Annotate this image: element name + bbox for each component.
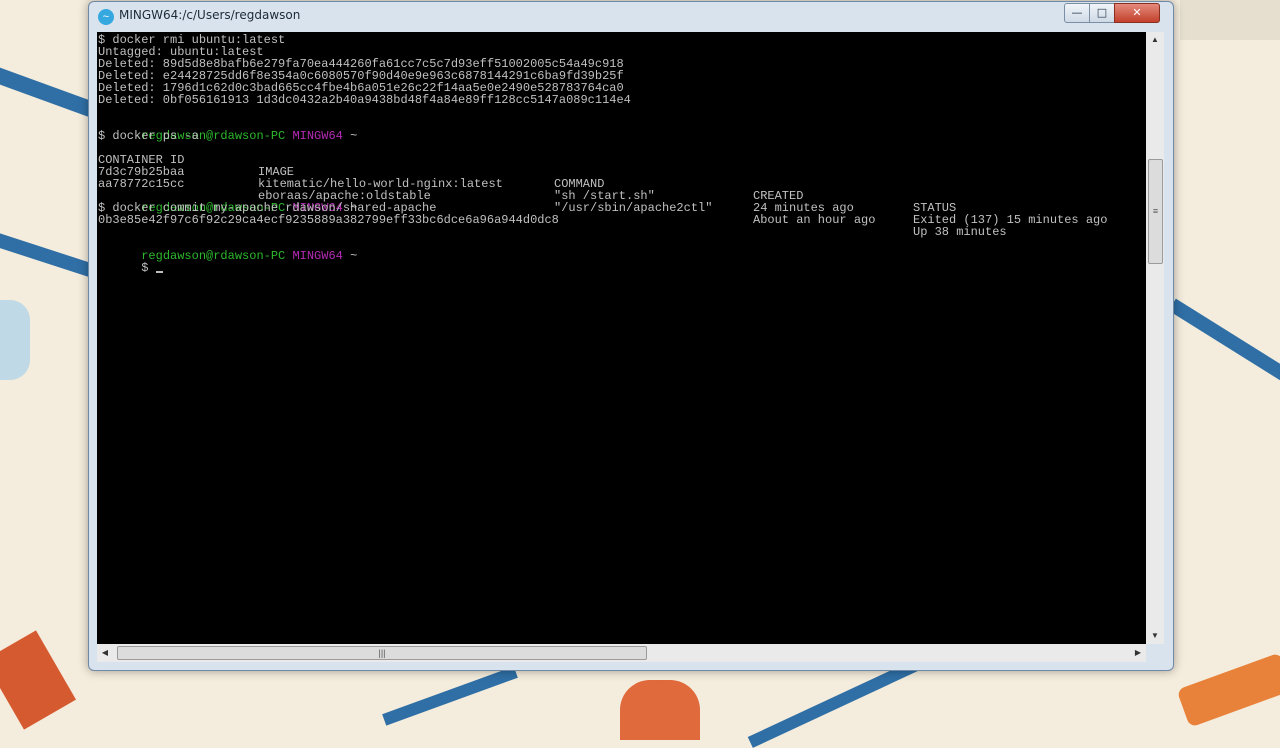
prompt-user: regdawson@rdawson-PC bbox=[141, 249, 286, 263]
table-cell: "/usr/sbin/apache2ctl" bbox=[554, 201, 713, 215]
background-shape bbox=[1176, 652, 1280, 728]
scroll-up-icon[interactable]: ▲ bbox=[1146, 32, 1164, 48]
background-shape bbox=[620, 680, 700, 740]
close-button[interactable]: ✕ bbox=[1114, 3, 1160, 23]
scroll-left-icon[interactable]: ◀ bbox=[97, 644, 113, 662]
scroll-right-icon[interactable]: ▶ bbox=[1130, 644, 1146, 662]
input-line[interactable]: $ bbox=[98, 250, 163, 274]
minimize-button[interactable]: — bbox=[1064, 3, 1090, 23]
prompt-env: MINGW64 bbox=[292, 249, 343, 263]
table-row: 7d3c79b25baa kitematic/hello-world-nginx… bbox=[98, 154, 1138, 226]
vertical-scroll-thumb[interactable]: ≡ bbox=[1148, 159, 1163, 264]
background-shape bbox=[1180, 0, 1280, 40]
title-bar[interactable]: ~ MINGW64:/c/Users/regdawson — □ ✕ bbox=[89, 2, 1173, 30]
prompt-env: MINGW64 bbox=[292, 129, 343, 143]
table-cell: Up 38 minutes bbox=[913, 225, 1007, 239]
maximize-button[interactable]: □ bbox=[1089, 3, 1115, 23]
window-title: MINGW64:/c/Users/regdawson bbox=[119, 8, 301, 22]
background-shape bbox=[0, 630, 76, 730]
vertical-scrollbar[interactable]: ▲ ≡ ▼ bbox=[1146, 32, 1164, 644]
terminal-window: ~ MINGW64:/c/Users/regdawson — □ ✕ $ doc… bbox=[88, 1, 1174, 671]
prompt-dir: ~ bbox=[350, 249, 358, 263]
prompt-symbol: $ bbox=[141, 261, 149, 275]
prompt-line: regdawson@rdawson-PC MINGW64 ~ bbox=[98, 238, 357, 262]
prompt-dir: ~ bbox=[350, 129, 358, 143]
background-stripe bbox=[382, 666, 518, 726]
horizontal-scrollbar[interactable]: ◀ ||| ▶ bbox=[97, 644, 1146, 662]
terminal-line: $ docker ps -a bbox=[98, 129, 199, 143]
scroll-down-icon[interactable]: ▼ bbox=[1146, 628, 1164, 644]
terminal-line: Deleted: 0bf056161913 1d3dc0432a2b40a943… bbox=[98, 93, 631, 107]
background-cup bbox=[0, 300, 30, 380]
terminal-line: 0b3e85e42f97c6f92c29ca4ecf9235889a382799… bbox=[98, 213, 559, 227]
horizontal-scroll-thumb[interactable]: ||| bbox=[117, 646, 647, 660]
background-stripe bbox=[1168, 298, 1280, 396]
text-cursor bbox=[155, 271, 163, 273]
terminal-output[interactable]: $ docker rmi ubuntu:latest Untagged: ubu… bbox=[97, 32, 1146, 644]
table-cell: About an hour ago bbox=[753, 213, 876, 227]
table-cell: aa78772c15cc bbox=[98, 177, 185, 191]
mingw-app-icon: ~ bbox=[98, 9, 114, 25]
table-row: aa78772c15cc eboraas/apache:oldstable "/… bbox=[98, 166, 1138, 238]
table-header: CONTAINER ID IMAGE COMMAND CREATED STATU… bbox=[98, 142, 1138, 214]
